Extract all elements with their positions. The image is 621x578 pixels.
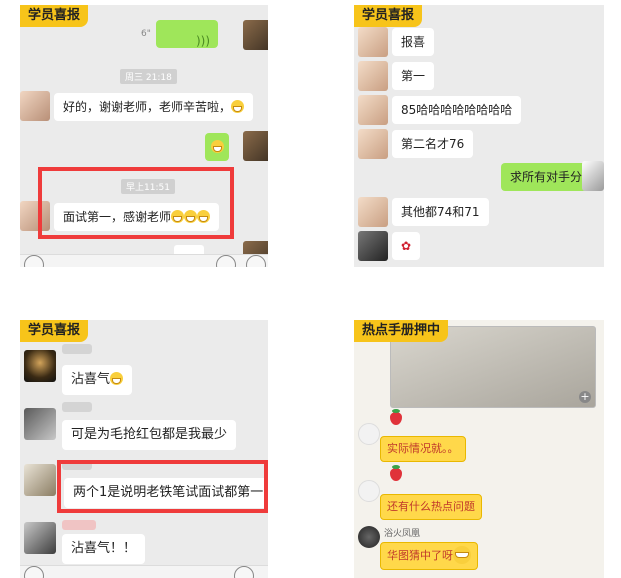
message-bubble[interactable]: 实际情况就。。 xyxy=(380,436,466,462)
message-bubble[interactable]: 好的，谢谢老师，老师辛苦啦， xyxy=(54,93,254,121)
grin-emoji-icon xyxy=(110,372,124,385)
input-bar xyxy=(20,254,268,267)
emoji-message-bubble[interactable]: ✿ xyxy=(392,232,420,260)
highlight-box xyxy=(38,167,234,239)
sender-name: 浴火凤凰 xyxy=(384,529,421,539)
panel-tag: 学员喜报 xyxy=(354,5,423,27)
message-bubble[interactable]: 第二名才76 xyxy=(392,130,474,158)
avatar-woman[interactable] xyxy=(24,522,56,554)
chat-panel-bottom-right: 热点手册押中 + 实际情况就。。 还有什么热点问题 浴火凤凰 华图猜中了呀 xyxy=(354,320,604,578)
voice-duration: 6" xyxy=(141,29,151,39)
voice-toggle-icon[interactable] xyxy=(24,566,44,578)
message-bubble[interactable]: 报喜 xyxy=(392,28,435,56)
sender-name-blurred xyxy=(62,520,96,530)
chat-panel-top-left: 学员喜报 6" ))) 周三 21:18 好的，谢谢老师，老师辛苦啦， 早上11… xyxy=(20,5,268,267)
avatar-flower[interactable] xyxy=(582,161,604,191)
message-bubble[interactable]: 其他都74和71 xyxy=(392,198,489,226)
message-bubble[interactable]: 第一 xyxy=(392,62,435,90)
input-bar xyxy=(20,565,268,578)
panel-tag: 学员喜报 xyxy=(20,320,89,342)
sender-name-blurred xyxy=(62,344,92,354)
avatar-man[interactable] xyxy=(358,231,388,261)
message-text: 华图猜中了呀 xyxy=(387,549,453,562)
avatar-girl[interactable] xyxy=(358,61,388,91)
voice-toggle-icon[interactable] xyxy=(24,255,44,267)
message-bubble[interactable]: 沾喜气 xyxy=(62,365,133,395)
message-bubble[interactable]: 沾喜气！！ xyxy=(62,534,146,564)
message-bubble[interactable]: 还有什么热点问题 xyxy=(380,494,482,520)
grin-emoji-icon xyxy=(231,100,245,113)
panel-tag: 热点手册押中 xyxy=(354,320,449,342)
emoji-toggle-icon[interactable] xyxy=(216,255,236,267)
message-text: 沾喜气 xyxy=(71,372,111,387)
message-bubble[interactable]: 华图猜中了呀 xyxy=(380,542,478,570)
message-text: 好的，谢谢老师，老师辛苦啦， xyxy=(63,100,232,114)
avatar-small[interactable] xyxy=(358,480,380,502)
timestamp: 周三 21:18 xyxy=(120,69,177,84)
avatar-girl[interactable] xyxy=(358,95,388,125)
add-icon[interactable] xyxy=(246,255,266,267)
avatar-girl[interactable] xyxy=(358,27,388,57)
voice-message-bubble[interactable]: ))) xyxy=(156,20,218,48)
voice-icon: ))) xyxy=(195,34,210,48)
emoji-toggle-icon[interactable] xyxy=(234,566,254,578)
avatar-dark-round[interactable] xyxy=(358,526,380,548)
avatar-girl[interactable] xyxy=(358,129,388,159)
chat-panel-bottom-left: 学员喜报 沾喜气 可是为毛抢红包都是我最少 两个1是说明老铁笔试面试都第一 沾喜… xyxy=(20,320,268,578)
avatar-cat[interactable] xyxy=(243,131,268,161)
message-bubble[interactable]: 可是为毛抢红包都是我最少 xyxy=(62,420,237,450)
avatar-dog[interactable] xyxy=(24,464,56,496)
avatar-dark[interactable] xyxy=(24,350,56,382)
highlight-box xyxy=(57,460,268,513)
avatar-man[interactable] xyxy=(24,408,56,440)
avatar-small[interactable] xyxy=(358,423,380,445)
grin-emoji-icon xyxy=(211,140,224,153)
strawberry-icon xyxy=(390,465,402,481)
strawberry-icon xyxy=(390,409,402,425)
avatar-girl[interactable] xyxy=(358,197,388,227)
avatar-baby[interactable] xyxy=(20,91,50,121)
panel-tag: 学员喜报 xyxy=(20,5,89,27)
my-message-bubble[interactable]: 求所有对手分 xyxy=(501,163,592,191)
rose-icon: ✿ xyxy=(401,239,412,253)
chat-panel-top-right: 学员喜报 报喜 第一 85哈哈哈哈哈哈哈哈 第二名才76 求所有对手分 其他都7… xyxy=(354,5,604,267)
photo-add-icon[interactable]: + xyxy=(579,391,591,403)
grin-emoji-icon xyxy=(453,546,471,564)
emoji-message-bubble[interactable] xyxy=(205,133,229,161)
sender-name-blurred xyxy=(62,402,92,412)
avatar-cat[interactable] xyxy=(243,20,268,50)
message-bubble[interactable]: 85哈哈哈哈哈哈哈哈 xyxy=(392,96,522,124)
